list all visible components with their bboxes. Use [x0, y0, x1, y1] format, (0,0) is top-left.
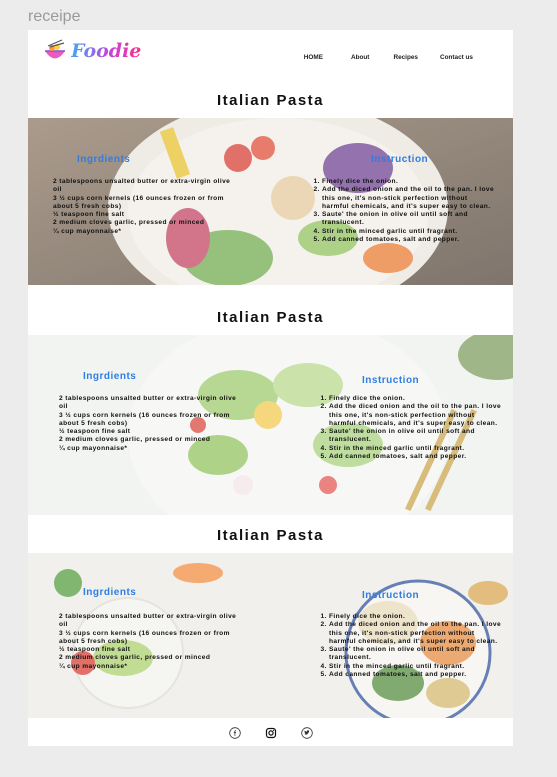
- ingredients-heading: Ingrdients: [83, 371, 137, 382]
- logo[interactable]: Foodie: [42, 38, 141, 64]
- page: Foodie HOME About Recipes Contact us Ita…: [28, 30, 513, 746]
- main-nav: HOME About Recipes Contact us: [304, 54, 473, 61]
- list-item: ¼ cup mayonnaise*: [59, 444, 128, 452]
- list-item: 3 ½ cups corn kernels (16 ounces frozen …: [53, 194, 224, 210]
- recipe-title: Italian Pasta: [216, 527, 325, 544]
- list-item: Add canned tomatoes, salt and pepper.: [322, 236, 495, 244]
- ingredients-heading: Ingrdients: [83, 587, 137, 598]
- instructions-list: Finely dice the onion. Add the diced oni…: [320, 613, 502, 679]
- list-item: 2 medium cloves garlic, pressed or mince…: [59, 654, 211, 662]
- ingredients-list: 2 tablespoons unsalted butter or extra-v…: [59, 613, 239, 671]
- list-item: Add the diced onion and the oil to the p…: [329, 621, 502, 646]
- list-item: 2 medium cloves garlic, pressed or mince…: [53, 219, 205, 227]
- list-item: Saute' the onion in olive oil until soft…: [329, 646, 502, 663]
- twitter-icon[interactable]: [300, 726, 313, 739]
- site-header: Foodie HOME About Recipes Contact us: [28, 30, 513, 118]
- ingredients-heading: Ingrdients: [77, 154, 131, 165]
- list-item: Finely dice the onion.: [329, 613, 502, 621]
- nav-home[interactable]: HOME: [304, 54, 323, 61]
- list-item: ½ teaspoon fine salt: [53, 211, 125, 219]
- list-item: 2 tablespoons unsalted butter or extra-v…: [59, 613, 237, 629]
- recipe-card: Ingrdients 2 tablespoons unsalted butter…: [28, 553, 513, 720]
- ingredients-list: 2 tablespoons unsalted butter or extra-v…: [53, 178, 233, 236]
- list-item: Stir in the minced garlic until fragrant…: [329, 663, 502, 671]
- list-item: Add canned tomatoes, salt and pepper.: [329, 453, 502, 461]
- list-item: Saute' the onion in olive oil until soft…: [329, 428, 502, 445]
- list-item: 2 tablespoons unsalted butter or extra-v…: [59, 395, 237, 411]
- frame-label: receipe: [28, 8, 81, 25]
- recipe-card: Ingrdients 2 tablespoons unsalted butter…: [28, 118, 513, 285]
- list-item: Add canned tomatoes, salt and pepper.: [329, 671, 502, 679]
- nav-contact-us[interactable]: Contact us: [440, 54, 473, 61]
- bowl-icon: [45, 39, 65, 59]
- recipe-card: Ingrdients 2 tablespoons unsalted butter…: [28, 335, 513, 515]
- instructions-list: Finely dice the onion. Add the diced oni…: [313, 178, 495, 244]
- list-item: ¼ cup mayonnaise*: [53, 227, 122, 235]
- list-item: ¼ cup mayonnaise*: [59, 662, 128, 670]
- list-item: 2 medium cloves garlic, pressed or mince…: [59, 436, 211, 444]
- instructions-list: Finely dice the onion. Add the diced oni…: [320, 395, 502, 461]
- list-item: 2 tablespoons unsalted butter or extra-v…: [53, 178, 231, 194]
- nav-recipes[interactable]: Recipes: [393, 54, 418, 61]
- ingredients-list: 2 tablespoons unsalted butter or extra-v…: [59, 395, 239, 453]
- recipe-title: Italian Pasta: [216, 309, 325, 326]
- social-footer: [28, 718, 513, 746]
- list-item: Finely dice the onion.: [322, 178, 495, 186]
- logo-text: Foodie: [71, 40, 142, 62]
- list-item: ½ teaspoon fine salt: [59, 428, 131, 436]
- list-item: Stir in the minced garlic until fragrant…: [329, 445, 502, 453]
- list-item: Add the diced onion and the oil to the p…: [322, 186, 495, 211]
- instructions-heading: Instruction: [371, 154, 429, 165]
- instructions-heading: Instruction: [362, 590, 420, 601]
- list-item: Finely dice the onion.: [329, 395, 502, 403]
- facebook-icon[interactable]: [228, 726, 241, 739]
- list-item: Stir in the minced garlic until fragrant…: [322, 228, 495, 236]
- instagram-icon[interactable]: [265, 726, 277, 739]
- list-item: 3 ½ cups corn kernels (16 ounces frozen …: [59, 411, 230, 427]
- list-item: ½ teaspoon fine salt: [59, 646, 131, 654]
- nav-about[interactable]: About: [351, 54, 369, 61]
- instructions-heading: Instruction: [362, 375, 420, 386]
- list-item: Saute' the onion in olive oil until soft…: [322, 211, 495, 228]
- list-item: 3 ½ cups corn kernels (16 ounces frozen …: [59, 629, 230, 645]
- list-item: Add the diced onion and the oil to the p…: [329, 403, 502, 428]
